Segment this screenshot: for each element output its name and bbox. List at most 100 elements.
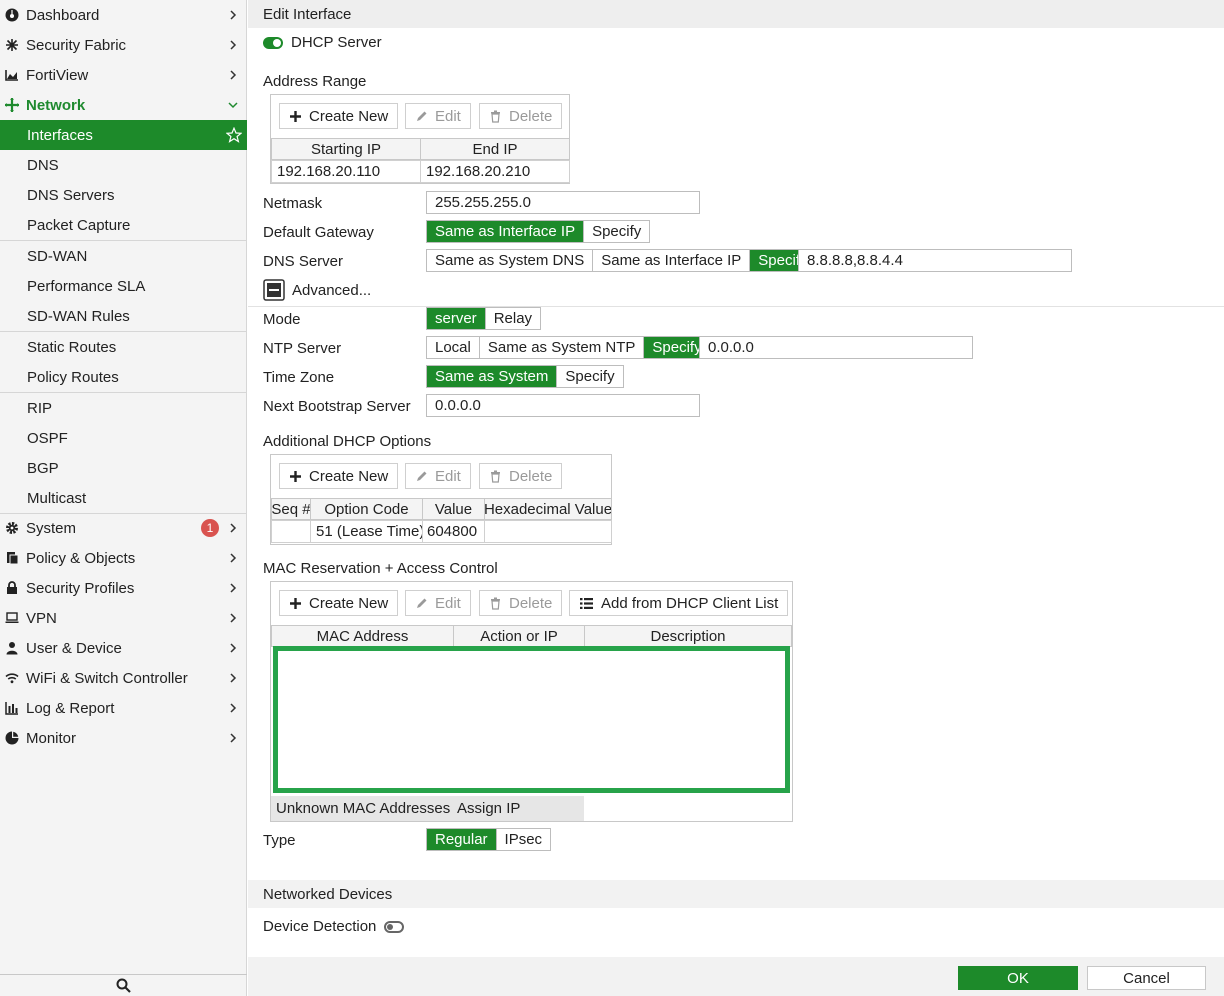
collapse-icon[interactable]	[263, 279, 285, 301]
type-ipsec-option[interactable]: IPsec	[496, 829, 551, 850]
dns-same-as-interface-option[interactable]: Same as Interface IP	[593, 250, 751, 271]
sidebar-item-bgp[interactable]: BGP	[0, 453, 247, 483]
sub-label: Multicast	[27, 489, 87, 507]
button-label: Edit	[435, 467, 461, 485]
sidebar-item-multicast[interactable]: Multicast	[0, 483, 247, 513]
col-hex-value[interactable]: Hexadecimal Value	[484, 498, 612, 520]
ntp-same-as-system-option[interactable]: Same as System NTP	[479, 337, 645, 358]
mac-drop-zone[interactable]	[273, 646, 790, 793]
edit-mac-button[interactable]: Edit	[405, 590, 471, 616]
device-detection-toggle[interactable]	[384, 920, 405, 933]
nav-network[interactable]: Network	[0, 90, 247, 120]
col-value[interactable]: Value	[422, 498, 485, 520]
range-end-cell[interactable]: 192.168.20.210	[420, 160, 570, 183]
chevron-right-icon	[228, 703, 238, 713]
sidebar-item-sd-wan-rules[interactable]: SD-WAN Rules	[0, 301, 247, 331]
button-label: Delete	[509, 107, 553, 125]
edit-range-button[interactable]: Edit	[405, 103, 471, 129]
sidebar-search[interactable]	[0, 974, 247, 996]
mode-relay-option[interactable]: Relay	[485, 308, 541, 329]
nav-label: Security Profiles	[26, 579, 135, 597]
range-start-cell[interactable]: 192.168.20.110	[271, 160, 421, 183]
create-new-mac-button[interactable]: Create New	[279, 590, 399, 616]
search-icon[interactable]	[116, 978, 131, 993]
ntp-server-input[interactable]: 0.0.0.0	[699, 336, 973, 359]
sidebar-item-rip[interactable]: RIP	[0, 393, 247, 423]
dns-same-as-system-option[interactable]: Same as System DNS	[427, 250, 594, 271]
nav-wifi-switch[interactable]: WiFi & Switch Controller	[0, 663, 247, 693]
cancel-button[interactable]: Cancel	[1087, 966, 1206, 990]
assign-ip-label: Assign IP	[457, 800, 521, 817]
sidebar-item-sd-wan[interactable]: SD-WAN	[0, 241, 247, 271]
page-title-text: Edit Interface	[263, 5, 352, 23]
dhcp-server-title: DHCP Server	[291, 34, 382, 51]
sidebar-item-dns-servers[interactable]: DNS Servers	[0, 180, 247, 210]
nav-vpn[interactable]: VPN	[0, 603, 247, 633]
tz-specify-option[interactable]: Specify	[557, 366, 623, 387]
sidebar-item-static-routes[interactable]: Static Routes	[0, 332, 247, 362]
fortiview-icon	[5, 68, 19, 82]
nav-system[interactable]: System 1	[0, 513, 247, 543]
col-starting-ip[interactable]: Starting IP	[271, 138, 421, 160]
col-mac-address[interactable]: MAC Address	[271, 625, 454, 647]
col-description[interactable]: Description	[584, 625, 792, 647]
ntp-local-option[interactable]: Local	[427, 337, 480, 358]
option-code-cell[interactable]: 51 (Lease Time)	[310, 520, 423, 543]
edit-option-button[interactable]: Edit	[405, 463, 471, 489]
col-seq[interactable]: Seq #	[271, 498, 311, 520]
nav-security-fabric[interactable]: Security Fabric	[0, 30, 247, 60]
option-seq-cell[interactable]	[271, 520, 311, 543]
ntp-server-label: NTP Server	[263, 340, 342, 357]
create-new-range-button[interactable]: Create New	[279, 103, 399, 129]
button-label: Create New	[309, 107, 389, 125]
add-from-client-list-button[interactable]: Add from DHCP Client List	[569, 590, 789, 616]
option-value-cell[interactable]: 604800	[422, 520, 485, 543]
ok-button[interactable]: OK	[958, 966, 1078, 990]
nav-label: Log & Report	[26, 699, 115, 717]
col-end-ip[interactable]: End IP	[420, 138, 570, 160]
pencil-icon	[417, 598, 427, 608]
delete-option-button[interactable]: Delete	[479, 463, 563, 489]
dns-server-input[interactable]: 8.8.8.8,8.8.4.4	[798, 249, 1072, 272]
nav-monitor[interactable]: Monitor	[0, 723, 247, 753]
col-option-code[interactable]: Option Code	[310, 498, 423, 520]
option-hex-cell[interactable]	[484, 520, 612, 543]
col-action-or-ip[interactable]: Action or IP	[453, 625, 585, 647]
bootstrap-server-input[interactable]: 0.0.0.0	[426, 394, 700, 417]
nav-dashboard[interactable]: Dashboard	[0, 0, 247, 30]
type-selector: Regular IPsec	[426, 828, 552, 851]
nav-log-report[interactable]: Log & Report	[0, 693, 247, 723]
nav-fortiview[interactable]: FortiView	[0, 60, 247, 90]
nav-policy-objects[interactable]: Policy & Objects	[0, 543, 247, 573]
sidebar-item-policy-routes[interactable]: Policy Routes	[0, 362, 247, 392]
mode-server-option[interactable]: server	[427, 308, 486, 329]
sidebar-item-ospf[interactable]: OSPF	[0, 423, 247, 453]
gateway-specify-option[interactable]: Specify	[584, 221, 650, 242]
type-regular-option[interactable]: Regular	[427, 829, 497, 850]
create-new-option-button[interactable]: Create New	[279, 463, 399, 489]
nav-label: Network	[26, 96, 86, 114]
mode-selector: server Relay	[426, 307, 542, 330]
nav-security-profiles[interactable]: Security Profiles	[0, 573, 247, 603]
nav-user-device[interactable]: User & Device	[0, 633, 247, 663]
sidebar-item-interfaces[interactable]: Interfaces	[0, 120, 247, 150]
tz-same-as-system-option[interactable]: Same as System	[427, 366, 558, 387]
button-label: Delete	[509, 594, 553, 612]
delete-mac-button[interactable]: Delete	[479, 590, 563, 616]
dhcp-server-toggle[interactable]	[263, 36, 283, 49]
star-icon[interactable]	[226, 127, 242, 143]
mac-reservation-panel: Create New Edit Delete Add from DHCP Cli…	[270, 581, 793, 822]
advanced-toggle[interactable]: Advanced...	[263, 279, 371, 301]
sidebar-item-packet-capture[interactable]: Packet Capture	[0, 210, 247, 240]
main-content: Edit Interface DHCP Server Address Range…	[248, 0, 1224, 996]
gateway-same-as-interface-option[interactable]: Same as Interface IP	[427, 221, 585, 242]
delete-range-button[interactable]: Delete	[479, 103, 563, 129]
button-label: Create New	[309, 467, 389, 485]
netmask-input[interactable]: 255.255.255.0	[426, 191, 700, 214]
sub-label: Interfaces	[27, 126, 93, 144]
sub-label: BGP	[27, 459, 59, 477]
networked-devices-title: Networked Devices	[263, 885, 393, 903]
unknown-mac-row[interactable]: Unknown MAC Addresses Assign IP	[271, 796, 584, 821]
sidebar-item-performance-sla[interactable]: Performance SLA	[0, 271, 247, 301]
sidebar-item-dns[interactable]: DNS	[0, 150, 247, 180]
